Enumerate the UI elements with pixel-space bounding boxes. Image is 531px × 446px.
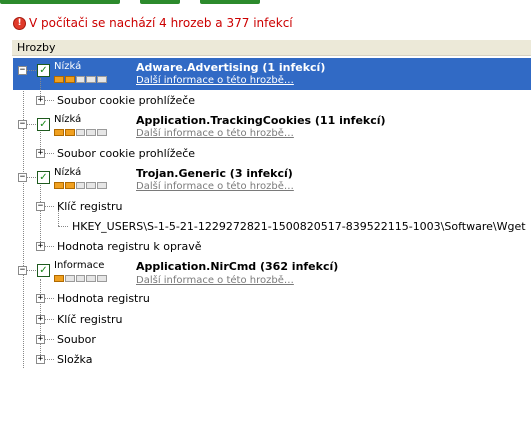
tree-item[interactable]: Klíč registru (57, 313, 123, 326)
registry-key-path[interactable]: HKEY_USERS\S-1-5-21-1229272821-150082051… (72, 220, 526, 233)
threat-name: Application.TrackingCookies (11 infekcí) (136, 114, 386, 127)
severity-label: Nízká (54, 167, 82, 178)
expand-toggle-icon[interactable]: + (36, 335, 45, 344)
threat-tree: − ✓ Nízká Adware.Advertising (1 infekcí)… (0, 0, 531, 446)
tree-item[interactable]: Klíč registru (57, 200, 123, 213)
expand-toggle-icon[interactable]: + (36, 294, 45, 303)
collapse-toggle-icon[interactable]: − (18, 173, 27, 182)
severity-bar (54, 182, 107, 189)
threat-checkbox[interactable]: ✓ (37, 118, 50, 131)
collapse-toggle-icon[interactable]: − (18, 120, 27, 129)
severity-bar (54, 76, 107, 83)
expand-toggle-icon[interactable]: + (36, 149, 45, 158)
threat-checkbox[interactable]: ✓ (37, 64, 50, 77)
threat-name: Adware.Advertising (1 infekcí) (136, 61, 326, 74)
tree-item[interactable]: Soubor cookie prohlížeče (57, 147, 195, 160)
tree-item[interactable]: Hodnota registru (57, 292, 150, 305)
tree-item[interactable]: Hodnota registru k opravě (57, 240, 201, 253)
severity-label: Informace (54, 260, 105, 271)
tree-item[interactable]: Složka (57, 353, 92, 366)
severity-label: Nízká (54, 114, 82, 125)
tree-guide (23, 70, 24, 368)
collapse-toggle-icon[interactable]: − (36, 202, 45, 211)
threat-checkbox[interactable]: ✓ (37, 171, 50, 184)
more-info-link[interactable]: Další informace o této hrozbě… (136, 75, 294, 86)
threat-checkbox[interactable]: ✓ (37, 264, 50, 277)
more-info-link[interactable]: Další informace o této hrozbě… (136, 275, 294, 286)
expand-toggle-icon[interactable]: + (36, 96, 45, 105)
severity-label: Nízká (54, 61, 82, 72)
severity-bar (54, 275, 107, 282)
more-info-link[interactable]: Další informace o této hrozbě… (136, 181, 294, 192)
severity-bar (54, 129, 107, 136)
expand-toggle-icon[interactable]: + (36, 315, 45, 324)
threat-name: Trojan.Generic (3 infekcí) (136, 167, 293, 180)
collapse-toggle-icon[interactable]: − (18, 266, 27, 275)
collapse-toggle-icon[interactable]: − (18, 66, 27, 75)
tree-item[interactable]: Soubor cookie prohlížeče (57, 94, 195, 107)
expand-toggle-icon[interactable]: + (36, 242, 45, 251)
threat-name: Application.NirCmd (362 infekcí) (136, 260, 339, 273)
tree-item[interactable]: Soubor (57, 333, 96, 346)
more-info-link[interactable]: Další informace o této hrozbě… (136, 128, 294, 139)
expand-toggle-icon[interactable]: + (36, 355, 45, 364)
